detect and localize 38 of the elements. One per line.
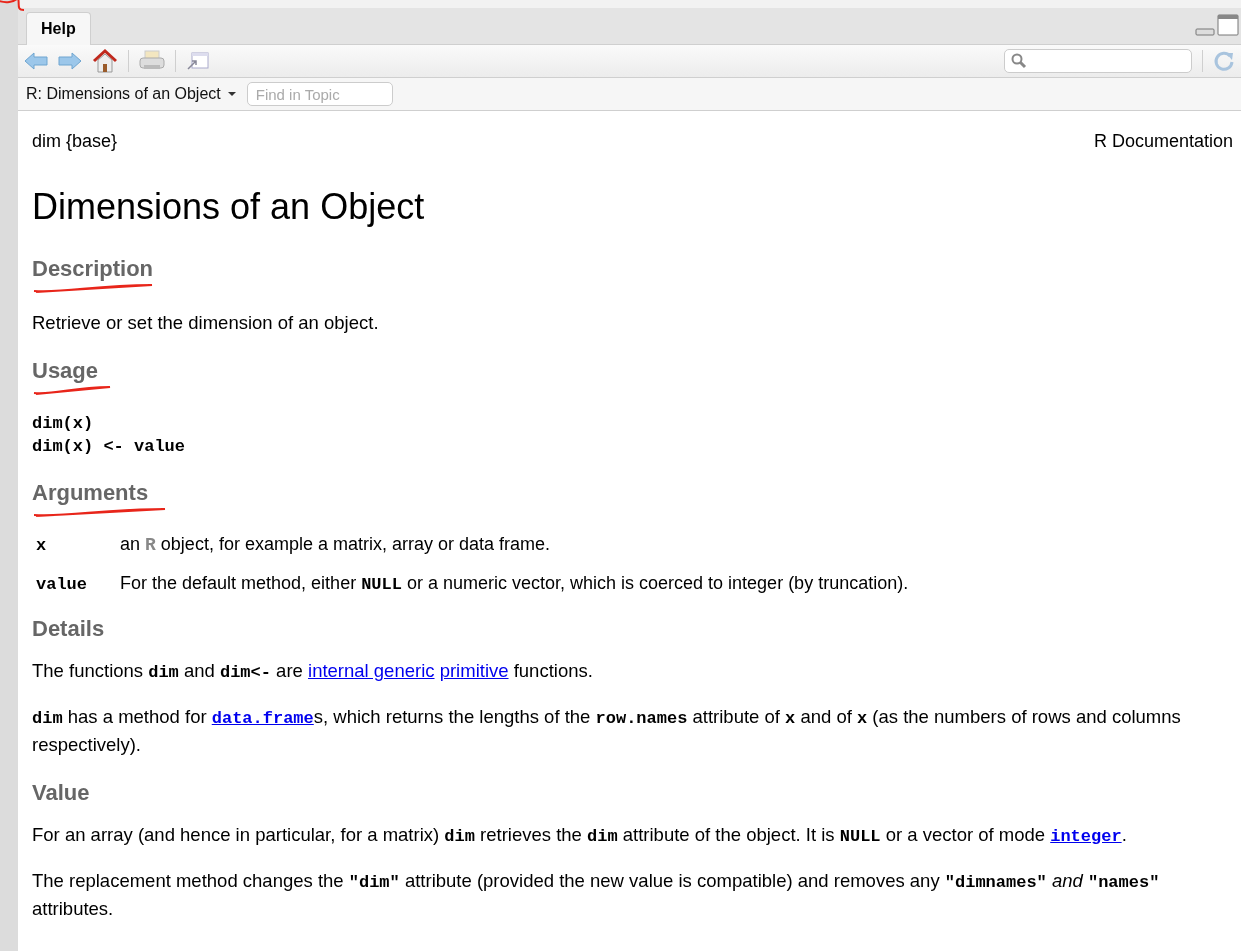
argument-name: x <box>36 536 48 555</box>
code-line: dim(x) <- value <box>32 436 187 458</box>
refresh-icon[interactable] <box>1213 50 1235 72</box>
link[interactable]: internal generic <box>308 660 435 681</box>
paragraph: The replacement method changes the "dim" attribute (provided the new value is compatible) and removes any "dimnames" and "names" attributes. <box>32 869 1161 921</box>
link[interactable]: data.frame <box>211 709 314 728</box>
back-arrow-icon[interactable] <box>24 52 48 70</box>
documentation-label: R Documentation <box>1093 131 1233 152</box>
search-icon <box>1011 53 1027 69</box>
argument-name: value <box>36 575 88 594</box>
popout-window-icon[interactable] <box>186 51 210 71</box>
section-heading: Description <box>32 256 154 282</box>
home-icon[interactable] <box>92 49 118 73</box>
paragraph: For an array (and hence in particular, for a matrix) dim retrieves the dim attribute of the object. It is NULL or a vector of mode integer. <box>32 823 1128 848</box>
printer-icon[interactable] <box>139 50 165 72</box>
annotation-mark <box>0 0 26 12</box>
package-label: dim {base} <box>32 131 118 152</box>
argument-description: For the default method, either NULL or a numeric vector, which is coerced to integer (by truncation). <box>120 573 910 594</box>
section-heading: Value <box>32 780 90 806</box>
page-title: Dimensions of an Object <box>32 186 426 228</box>
find-in-topic-field[interactable]: Find in Topic <box>246 82 393 106</box>
section-heading: Usage <box>32 358 99 384</box>
search-field[interactable] <box>1004 49 1192 73</box>
topic-dropdown[interactable]: R: Dimensions of an Object <box>26 85 237 103</box>
paragraph: Retrieve or set the dimension of an object. <box>32 311 380 335</box>
maximize-icon[interactable] <box>1217 14 1239 36</box>
help-tab[interactable]: Help <box>26 12 91 45</box>
paragraph: dim has a method for data.frames, which returns the lengths of the row.names attribute of x and of x (as the numbers of rows and columns respectively). <box>32 705 1182 757</box>
link[interactable]: primitive <box>439 660 509 681</box>
argument-description: an R object, for example a matrix, array or data frame. <box>120 534 551 555</box>
paragraph: The functions dim and dim<- are internal generic primitive functions. <box>32 659 594 684</box>
code-line: dim(x) <box>32 413 95 435</box>
forward-arrow-icon[interactable] <box>58 52 82 70</box>
section-heading: Arguments <box>32 480 149 506</box>
minimize-icon[interactable] <box>1195 28 1215 36</box>
section-heading: Details <box>32 616 105 642</box>
link[interactable]: integer <box>1050 827 1122 846</box>
caret-icon <box>226 91 237 97</box>
